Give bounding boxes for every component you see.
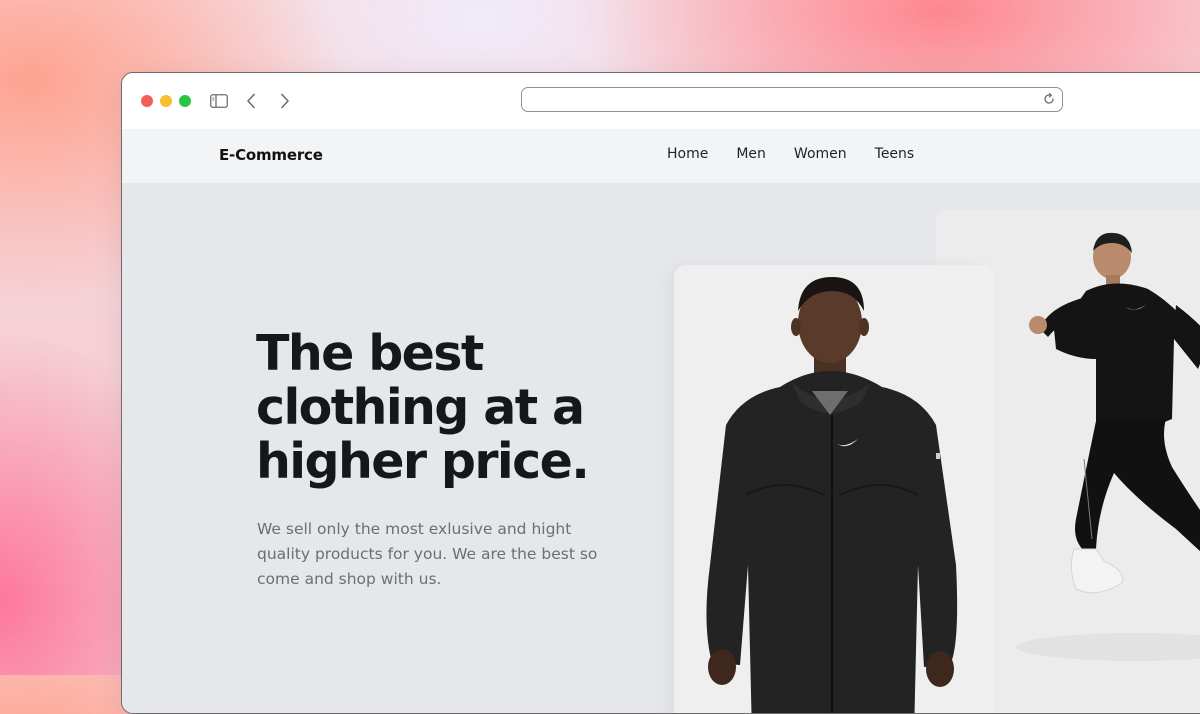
hero-title: The best clothing at a higher price.	[256, 327, 676, 489]
nav-link-teens[interactable]: Teens	[875, 146, 915, 162]
brand-logo[interactable]: E-Commerce	[219, 146, 323, 164]
product-image-jacket[interactable]	[674, 265, 994, 713]
browser-window: E-Commerce Home Men Women Teens The best…	[121, 72, 1200, 714]
nav-link-women[interactable]: Women	[794, 146, 847, 162]
reload-icon[interactable]	[1042, 92, 1056, 106]
back-arrow-icon[interactable]	[240, 91, 262, 111]
hero-title-line: The best	[256, 325, 484, 382]
hero-title-line: clothing at a	[256, 379, 585, 436]
nav-link-men[interactable]: Men	[736, 146, 766, 162]
maximize-window-button[interactable]	[179, 95, 191, 107]
nav-link-home[interactable]: Home	[667, 146, 708, 162]
close-window-button[interactable]	[141, 95, 153, 107]
browser-toolbar	[122, 73, 1200, 129]
hero-subtitle: We sell only the most exlusive and hight…	[257, 520, 598, 588]
sidebar-toggle-icon[interactable]	[208, 91, 230, 111]
main-nav: Home Men Women Teens	[667, 146, 942, 162]
address-bar[interactable]	[521, 87, 1063, 112]
web-page: E-Commerce Home Men Women Teens The best…	[122, 129, 1200, 713]
hero-title-line: higher price.	[256, 433, 590, 490]
minimize-window-button[interactable]	[160, 95, 172, 107]
model-illustration	[706, 277, 958, 713]
site-header: E-Commerce Home Men Women Teens	[122, 129, 1200, 183]
url-input[interactable]	[532, 90, 1036, 110]
forward-arrow-icon[interactable]	[274, 91, 296, 111]
